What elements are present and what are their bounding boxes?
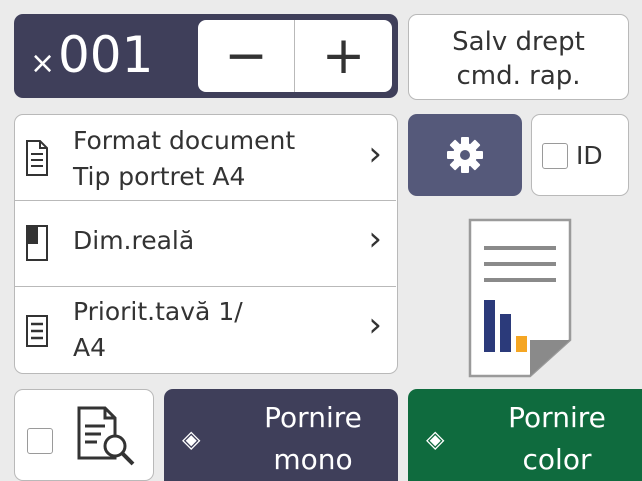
menu-item-page-size[interactable]: Dim.reală › <box>15 202 396 287</box>
page-size-label: Dim.reală <box>73 226 195 255</box>
preview-search-icon <box>77 406 135 466</box>
preview-button[interactable] <box>14 389 154 481</box>
start-icon: ◈ <box>182 425 201 453</box>
document-preview-icon <box>468 218 572 378</box>
tray-priority-label: Priorit.tavă 1/ A4 <box>73 294 243 366</box>
page-size-icon <box>26 225 48 261</box>
preview-checkbox[interactable] <box>27 428 53 454</box>
gear-icon <box>447 137 483 173</box>
save-shortcut-button[interactable]: Salv drept cmd. rap. <box>408 14 629 100</box>
color-start-button[interactable]: ◈ Pornire color <box>408 389 642 481</box>
color-start-label: Pornire color <box>472 397 642 481</box>
chevron-right-icon: › <box>368 305 382 345</box>
id-copy-button[interactable]: ID <box>531 114 629 196</box>
tray-priority-title: Priorit.tavă 1/ <box>73 297 243 326</box>
menu-item-document-format[interactable]: Format document Tip portret A4 › <box>15 115 396 201</box>
document-format-title: Format document <box>73 126 296 155</box>
settings-button[interactable] <box>408 114 522 196</box>
document-format-label: Format document Tip portret A4 <box>73 123 295 195</box>
save-shortcut-line2: cmd. rap. <box>456 61 581 91</box>
id-copy-label: ID <box>576 141 603 170</box>
increment-button[interactable]: + <box>295 20 392 92</box>
mono-start-line1: Pornire <box>264 401 362 434</box>
copies-stepper: − + <box>198 20 392 92</box>
save-shortcut-line1: Salv drept <box>452 27 585 57</box>
document-format-icon <box>26 140 48 176</box>
copies-count[interactable]: 001 <box>58 26 153 84</box>
start-icon: ◈ <box>426 425 445 453</box>
tray-priority-value: A4 <box>73 333 107 362</box>
mono-start-button[interactable]: ◈ Pornire mono <box>164 389 398 481</box>
copies-multiplier: × <box>30 46 56 81</box>
id-copy-checkbox[interactable] <box>542 143 568 169</box>
color-start-line1: Pornire <box>508 401 606 434</box>
mono-start-line2: mono <box>273 443 353 476</box>
chevron-right-icon: › <box>368 134 382 174</box>
settings-list: Format document Tip portret A4 › Dim.rea… <box>14 114 398 374</box>
menu-item-tray-priority[interactable]: Priorit.tavă 1/ A4 › <box>15 288 396 372</box>
minus-icon: − <box>224 26 268 86</box>
mono-start-label: Pornire mono <box>228 397 398 481</box>
chevron-right-icon: › <box>368 219 382 259</box>
document-format-value: Tip portret A4 <box>73 162 246 191</box>
copies-panel: × 001 − + <box>14 14 398 98</box>
tray-icon <box>26 315 48 347</box>
decrement-button[interactable]: − <box>198 20 295 92</box>
color-start-line2: color <box>522 443 592 476</box>
plus-icon: + <box>321 26 366 86</box>
